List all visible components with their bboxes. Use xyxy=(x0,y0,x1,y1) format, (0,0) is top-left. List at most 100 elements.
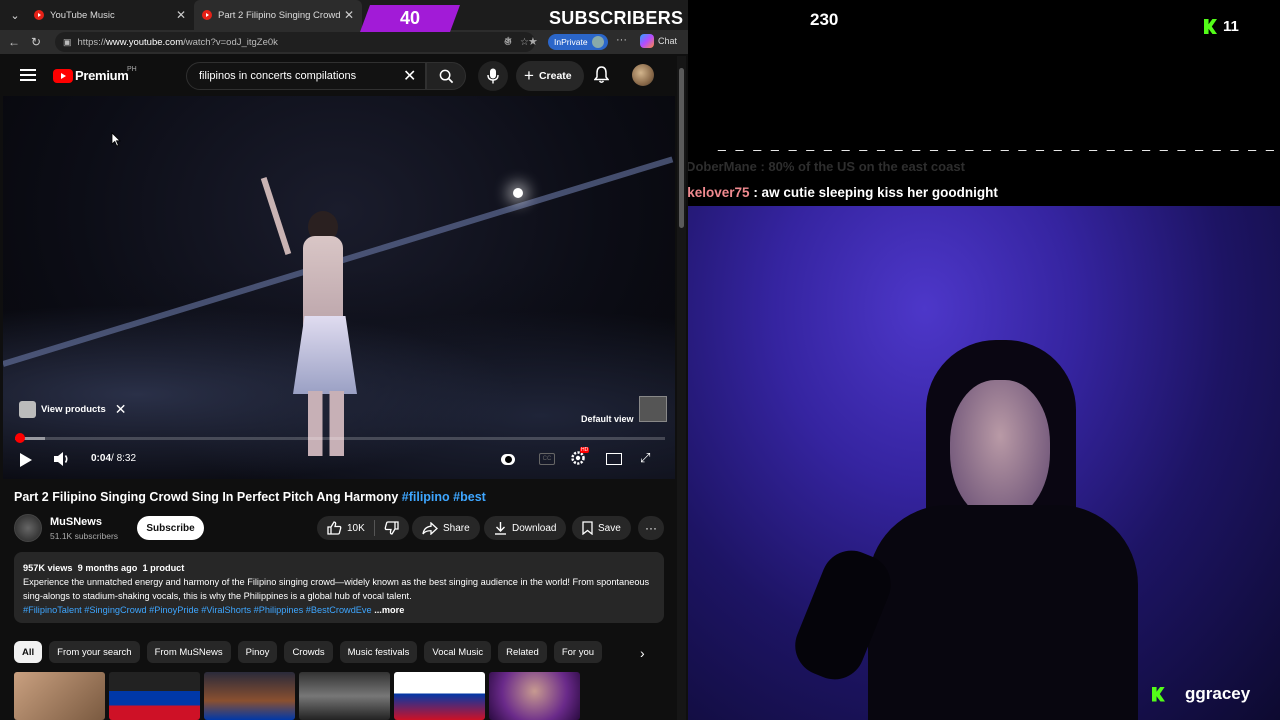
browser-window: ⌄ YouTube Music ✕ Part 2 Filipino Singin… xyxy=(0,0,688,720)
recommended-thumbnail[interactable] xyxy=(394,672,485,720)
description-more-link[interactable]: ...more xyxy=(374,605,404,615)
recommended-thumbnail[interactable] xyxy=(299,672,390,720)
settings-gear-icon[interactable]: HD xyxy=(569,447,590,467)
recommended-thumbnail[interactable] xyxy=(109,672,200,720)
autoplay-toggle[interactable] xyxy=(501,454,515,465)
chat-text: : aw cutie sleeping kiss her goodnight xyxy=(749,185,998,200)
like-dislike-group: 10K xyxy=(317,516,409,540)
account-avatar[interactable] xyxy=(632,64,654,86)
filter-chip[interactable]: From your search xyxy=(49,641,140,663)
view-products-button[interactable]: View products ✕ xyxy=(19,400,127,418)
search-icon xyxy=(439,69,453,83)
product-count: 1 product xyxy=(142,563,185,573)
dislike-button[interactable] xyxy=(384,521,399,535)
download-button[interactable]: Download xyxy=(484,516,567,540)
theater-mode-icon[interactable] xyxy=(606,453,622,465)
recommended-thumbnail[interactable] xyxy=(489,672,580,720)
tab-video[interactable]: Part 2 Filipino Singing Crowd Sing ✕ xyxy=(194,0,362,30)
filter-chip[interactable]: For you xyxy=(553,641,603,663)
default-view-label[interactable]: Default view xyxy=(581,414,634,424)
like-button[interactable]: 10K xyxy=(327,521,365,535)
filter-chip[interactable]: Related xyxy=(498,641,547,663)
tab-close-icon[interactable]: ✕ xyxy=(344,8,354,22)
subscribe-button[interactable]: Subscribe xyxy=(137,516,204,540)
chat-label: Chat xyxy=(658,36,678,46)
tab-youtube-music[interactable]: YouTube Music ✕ xyxy=(26,0,194,30)
description-tags[interactable]: #FilipinoTalent #SingingCrowd #PinoyPrid… xyxy=(23,605,372,615)
youtube-play-icon xyxy=(53,68,73,83)
copilot-icon xyxy=(640,34,654,48)
refresh-icon[interactable]: ↻ xyxy=(25,31,47,53)
viewer-count: 230 xyxy=(810,10,839,29)
browser-menu-icon[interactable]: ··· xyxy=(616,34,627,46)
close-products-icon[interactable]: ✕ xyxy=(115,401,127,418)
video-title-hashtags[interactable]: #filipino #best xyxy=(402,490,486,504)
hamburger-menu-icon[interactable] xyxy=(20,69,36,81)
streamer-tag: ggracey xyxy=(1152,684,1250,704)
filter-chip[interactable]: Vocal Music xyxy=(424,641,492,663)
page-scrollbar[interactable] xyxy=(677,56,686,720)
webcam-person-body xyxy=(868,505,1138,720)
more-actions-button[interactable]: ··· xyxy=(638,516,664,540)
tab-close-icon[interactable]: ✕ xyxy=(176,8,186,22)
video-player[interactable]: View products ✕ Default view 0:04 / 8:32… xyxy=(3,96,675,479)
kick-follower-count: 11 xyxy=(1204,18,1239,35)
recommended-thumbnails xyxy=(14,672,580,720)
clear-search-icon[interactable]: ✕ xyxy=(403,66,416,86)
recommended-thumbnail[interactable] xyxy=(14,672,105,720)
plus-icon: + xyxy=(524,66,534,85)
copilot-chat-button[interactable]: Chat xyxy=(640,34,677,48)
search-button[interactable] xyxy=(426,62,466,90)
filter-chip[interactable]: All xyxy=(14,641,43,663)
save-button[interactable]: Save xyxy=(572,516,631,540)
channel-name[interactable]: MuSNews xyxy=(50,516,102,528)
fullscreen-icon[interactable]: ⤢ xyxy=(640,450,650,466)
share-button[interactable]: Share xyxy=(412,516,480,540)
url-field[interactable]: ▣ https://www.youtube.com/watch?v=odJ_it… xyxy=(55,32,535,52)
upload-age: 9 months ago xyxy=(77,563,138,573)
back-icon[interactable]: ← xyxy=(3,31,25,53)
extensions-icon[interactable]: ❄ xyxy=(504,36,512,47)
recommended-thumbnail[interactable] xyxy=(204,672,295,720)
inprivate-badge[interactable]: InPrivate xyxy=(548,34,608,50)
thumbs-down-icon xyxy=(384,521,399,535)
volume-button[interactable] xyxy=(53,451,71,467)
description-box[interactable]: 957K views 9 months ago 1 product Experi… xyxy=(14,552,664,623)
video-title: Part 2 Filipino Singing Crowd Sing In Pe… xyxy=(14,490,486,504)
favorites-icon[interactable]: ★ xyxy=(528,35,538,48)
chat-message: Cakelover75 : aw cutie sleeping kiss her… xyxy=(688,185,998,200)
progress-bar[interactable] xyxy=(15,433,665,443)
voice-search-button[interactable] xyxy=(478,61,508,91)
youtube-logo[interactable]: Premium PH xyxy=(53,66,137,83)
tab-actions-menu[interactable]: ⌄ xyxy=(4,4,26,26)
tab-title: Part 2 Filipino Singing Crowd Sing xyxy=(218,9,340,21)
bell-icon xyxy=(593,66,610,83)
create-button[interactable]: + Create xyxy=(516,61,584,91)
stream-overlay: 230 11 _ _ _ _ _ _ _ _ _ _ _ _ _ _ _ _ _… xyxy=(688,0,1280,720)
webcam-person-face xyxy=(950,380,1050,520)
search-input[interactable]: filipinos in concerts compilations xyxy=(186,62,426,90)
filter-chip[interactable]: Pinoy xyxy=(237,641,278,663)
chips-next-chevron-icon[interactable]: › xyxy=(640,645,645,661)
logo-region: PH xyxy=(127,66,137,73)
logo-text: Premium xyxy=(75,68,129,83)
youtube-favicon-icon xyxy=(202,10,212,20)
download-icon xyxy=(495,522,506,535)
channel-avatar[interactable] xyxy=(14,514,42,542)
filter-chip[interactable]: Music festivals xyxy=(339,641,418,663)
view-thumbnail[interactable] xyxy=(639,396,667,422)
scrollbar-thumb[interactable] xyxy=(679,68,684,228)
url-text: https://www.youtube.com/watch?v=odJ_itgZ… xyxy=(77,36,278,48)
time-display: 0:04 / 8:32 xyxy=(91,453,136,464)
time-total: / 8:32 xyxy=(111,453,137,464)
captions-icon[interactable]: CC xyxy=(539,453,555,465)
youtube-music-favicon-icon xyxy=(34,10,44,20)
more-dots-icon: ··· xyxy=(645,521,657,535)
filter-chip[interactable]: Crowds xyxy=(284,641,333,663)
filter-chip[interactable]: From MuSNews xyxy=(146,641,231,663)
address-bar: ← ↻ ▣ https://www.youtube.com/watch?v=od… xyxy=(0,30,688,54)
notifications-button[interactable] xyxy=(593,66,610,89)
like-count: 10K xyxy=(347,522,365,534)
video-title-text: Part 2 Filipino Singing Crowd Sing In Pe… xyxy=(14,490,402,504)
play-icon[interactable] xyxy=(20,453,32,467)
